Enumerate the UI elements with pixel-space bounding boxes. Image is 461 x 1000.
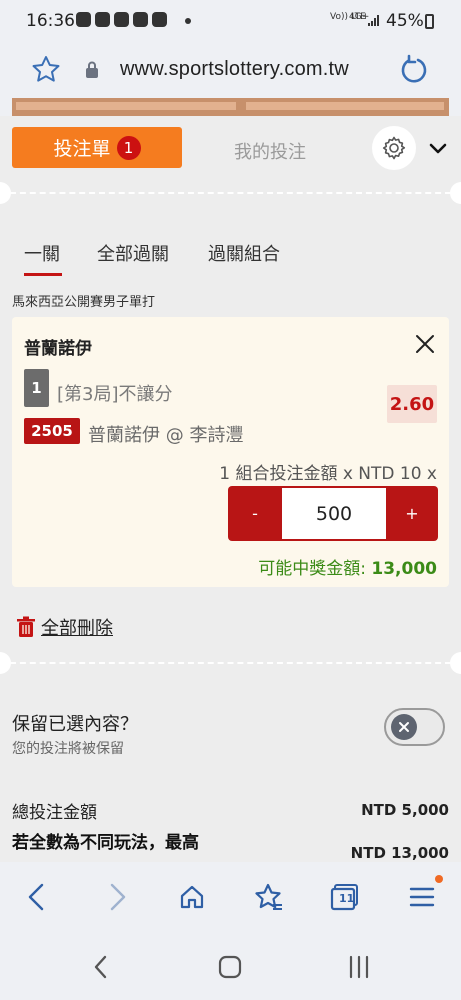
lock-icon[interactable] [84,60,100,80]
total-stake-label: 總投注金額 [12,803,97,823]
match-name: 普蘭諾伊 @ 李詩灃 [88,425,244,446]
battery-icon [425,14,434,29]
bet-card: 普蘭諾伊 1 [第3局]不讓分 2.60 2505 普蘭諾伊 @ 李詩灃 1 組… [12,317,449,587]
page-banner-image [12,98,449,116]
signal-icon [368,15,379,26]
system-home-button[interactable] [215,952,245,982]
hamburger-menu-icon [409,887,435,907]
divider [10,192,451,194]
settings-button[interactable] [372,126,416,170]
selection-name: 普蘭諾伊 [24,339,92,359]
increase-button[interactable]: + [386,486,438,541]
chevron-down-icon[interactable] [426,136,450,160]
stake-stepper: - + [228,486,438,541]
max-payout-value: NTD 13,000 [350,844,449,862]
chevron-left-icon [28,883,44,911]
potential-win-value: 13,000 [371,559,437,579]
total-stake-value: NTD 5,000 [361,801,449,819]
bookmarks-button[interactable] [252,880,286,914]
forward-button[interactable] [100,880,134,914]
close-icon[interactable] [414,333,436,355]
divider-notch [450,652,461,674]
back-button[interactable] [20,880,54,914]
chat-icon [95,12,110,27]
divider-notch [0,182,11,204]
chat-icon [76,12,91,27]
toggle-knob [391,714,417,740]
battery-percent: 45% [386,11,424,31]
delete-all-label: 全部刪除 [41,618,113,639]
browser-url-bar: www.sportslottery.com.tw [0,42,461,98]
tab-single[interactable]: 一關 [24,240,60,266]
checkbox-icon [133,12,148,27]
more-notifications-icon [185,18,191,24]
home-button[interactable] [175,880,209,914]
divider-notch [0,652,11,674]
market-name: [第3局]不讓分 [57,384,173,405]
notification-dot [435,875,443,883]
system-back-button[interactable] [86,952,116,982]
bet-slip-tab-label: 投注單 [53,138,111,160]
match-code-badge: 2505 [24,418,80,444]
tab-parlay-combo[interactable]: 過關組合 [208,240,280,266]
keep-selection-subtitle: 您的投注將被保留 [12,741,124,757]
leg-number-badge: 1 [24,369,49,407]
odds-value: 2.60 [387,385,437,423]
max-payout-label: 若全數為不同玩法，最高 [12,833,199,853]
system-home-icon [218,955,242,979]
url-text[interactable]: www.sportslottery.com.tw [120,58,349,81]
browser-toolbar: 11 [0,862,461,932]
bet-slip-panel: 投注單 1 我的投注 一關 全部過關 過關組合 馬來西亞公開賽男子單打 普蘭諾伊… [0,116,461,862]
keep-selection-title: 保留已選內容？ [12,714,138,735]
league-name: 馬來西亞公開賽男子單打 [12,295,156,310]
reload-icon[interactable] [398,54,430,86]
image-icon [152,12,167,27]
delete-all-button[interactable]: 全部刪除 [16,614,113,640]
bookmark-star-icon[interactable] [30,54,62,84]
keep-selection-toggle[interactable] [384,708,445,746]
gear-icon [382,136,406,160]
decrease-button[interactable]: - [228,486,282,541]
tab-bet-slip[interactable]: 投注單 1 [12,127,182,168]
potential-win-label: 可能中獎金額: [258,559,366,579]
divider [10,662,451,664]
chevron-right-icon [110,883,126,911]
home-icon [180,885,204,909]
status-time: 16:36 [26,11,75,31]
bookmarks-star-icon [255,883,282,910]
tab-all-parlay[interactable]: 全部過關 [97,240,169,266]
system-back-icon [94,955,107,979]
tabs-button[interactable]: 11 [328,880,362,914]
system-recents-button[interactable] [344,952,374,982]
bet-count-badge: 1 [116,135,141,160]
chat-icon [114,12,129,27]
active-tab-indicator [24,273,62,276]
combo-stake-text: 1 組合投注金額 x NTD 10 x [219,464,437,484]
system-recents-icon [349,955,369,979]
menu-button[interactable] [405,880,439,914]
status-bar: 16:36 Vo)) LTE 4G+ 45% [0,0,461,42]
potential-win: 可能中獎金額: 13,000 [258,554,437,579]
notification-icons [76,12,167,27]
trash-icon [17,616,35,637]
stake-input[interactable] [282,488,386,539]
tabs-count: 11 [339,892,355,905]
divider-notch [450,182,461,204]
x-icon [399,722,409,732]
system-nav-bar [0,932,461,1000]
tab-my-bets[interactable]: 我的投注 [234,138,306,164]
